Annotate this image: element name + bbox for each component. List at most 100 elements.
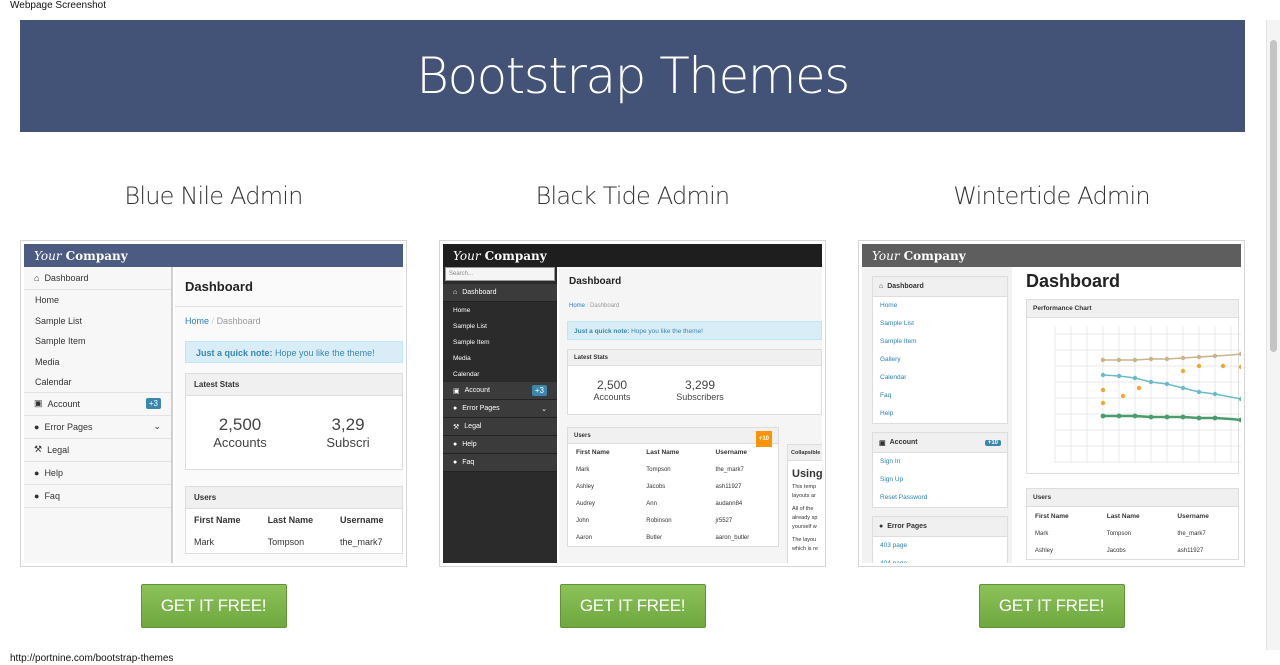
nav-label: Legal	[47, 444, 70, 455]
collapsible-line: The layou	[792, 537, 817, 543]
mockup-page-title: Dashboard	[175, 267, 403, 307]
comment-icon: ●	[34, 490, 40, 501]
table-cell: the_mark7	[715, 466, 744, 473]
mockup-breadcrumb: Home / Dashboard	[559, 297, 822, 315]
nav-link: Sign Up	[880, 476, 904, 483]
table-cell: Robinson	[646, 517, 672, 524]
nav-link: Help	[880, 410, 894, 417]
card-header-label: Error Pages	[887, 523, 927, 530]
table-cell: Mark	[1035, 530, 1049, 537]
column-header: Last Name	[646, 449, 680, 456]
nav-dashboard: ⌂ Dashboard	[24, 267, 171, 290]
theme-title[interactable]: Black Tide Admin	[439, 150, 826, 240]
screenshot-caption: Webpage Screenshot	[10, 0, 106, 11]
table-cell: Audrey	[576, 500, 596, 507]
collapsible-line: already sp	[792, 515, 818, 521]
stats-box: Latest Stats 2,500 Accounts 3,29 Subscri	[185, 373, 403, 470]
admin-mockup: Your Company ⌂ Dashboard Home Sample List …	[862, 244, 1241, 563]
box-header: Latest Stats	[568, 350, 821, 366]
brand-italic: Your	[453, 248, 481, 263]
nav-error-pages: ● Error Pages ⌄	[24, 416, 171, 439]
table-cell: audann84	[715, 500, 743, 507]
question-icon: ●	[453, 441, 458, 448]
nav-calendar: Calendar	[24, 372, 171, 393]
nav-link: 403 page	[880, 542, 908, 549]
nav-label: Help	[44, 467, 63, 478]
nav-link: Sign In	[880, 458, 901, 465]
table-cell: Mark	[576, 466, 590, 473]
scrollbar-thumb[interactable]	[1270, 40, 1277, 352]
table-row: Ashley Jacobs ash11927	[568, 478, 778, 495]
stat-label: Accounts	[593, 392, 631, 402]
theme-title[interactable]: Wintertide Admin	[858, 150, 1245, 240]
chevron-down-icon: ⌄	[541, 405, 547, 413]
mockup-main: Dashboard Home / Dashboard Just a quick …	[175, 267, 403, 563]
nav-link: 404 page	[873, 555, 1007, 563]
nav-label: Legal	[464, 423, 482, 430]
column-header: First Name	[1035, 512, 1069, 520]
users-box: Users +10 First Name Last Name Username Mar…	[567, 427, 779, 547]
table-cell: Jacobs	[1106, 547, 1126, 554]
table-row: Ashley Jacobs ash11927	[1027, 542, 1238, 559]
box-header-label: Users	[574, 433, 591, 439]
collapsible-line: which is re	[792, 546, 818, 552]
table-row: John Robinson jr5527	[568, 512, 778, 529]
vertical-scrollbar[interactable]	[1266, 20, 1280, 650]
count-badge: +3	[531, 385, 547, 396]
collapsible-line: All of the	[792, 506, 814, 512]
page-title: Bootstrap Themes	[416, 47, 850, 105]
theme-preview-image[interactable]: Your Company ⌂ Dashboard Home Sample List …	[858, 240, 1245, 567]
table-cell: John	[576, 517, 590, 524]
collapsible-line: yourself w	[792, 524, 817, 530]
table-cell: Tompson	[646, 466, 671, 473]
table-cell: Ann	[646, 500, 657, 507]
table-cell: Mark	[194, 537, 214, 547]
box-header: Performance Chart	[1027, 300, 1238, 318]
nav-label: Error Pages	[44, 421, 93, 432]
nav-help: ● Help	[24, 462, 171, 485]
nav-link: Home	[880, 302, 898, 309]
mockup-main: Dashboard Home / Dashboard Just a quick …	[559, 267, 822, 563]
theme-preview-image[interactable]: Your Company Search... ⌂ Dashboard Home Sa…	[439, 240, 826, 567]
stat-value: 2,500	[218, 415, 262, 434]
theme-title[interactable]: Blue Nile Admin	[20, 150, 407, 240]
users-box: Users First Name Last Name Username Mark To…	[1026, 488, 1239, 560]
table-cell: Butler	[646, 534, 662, 541]
box-header: Users +10	[568, 428, 778, 447]
theme-preview-image[interactable]: Your Company ⌂ Dashboard Home Sample List …	[20, 240, 407, 567]
page-banner: Bootstrap Themes	[20, 20, 1245, 132]
users-box: Users First Name Last Name Username Mark To…	[185, 486, 403, 554]
nav-account: ▣ Account +3	[24, 393, 171, 416]
users-table: First Name Last Name Username Mark Tompson t…	[1027, 507, 1238, 559]
users-table: First Name Last Name Username Mark Tompson t…	[186, 509, 402, 553]
nav-calendar: Calendar	[443, 366, 557, 382]
table-row: Aaron Butler aaron_butler	[568, 529, 778, 546]
mockup-sidebar: Search... ⌂ Dashboard Home Sample List Sa…	[443, 267, 557, 563]
briefcase-icon: ▣	[879, 439, 886, 447]
column-header: First Name	[576, 449, 610, 456]
nav-legal: ⚒ Legal	[443, 418, 557, 436]
nav-home: Home	[35, 295, 60, 306]
stat-value: 3,299	[684, 378, 716, 392]
nav-dashboard: ⌂ Dashboard	[443, 284, 557, 302]
card-header: ⌂ Dashboard	[873, 277, 1007, 297]
nav-link: Gallery	[880, 356, 901, 363]
table-cell: Ashley	[1035, 547, 1054, 554]
crumb-separator: /	[586, 303, 589, 309]
count-badge: +10	[984, 439, 1001, 446]
box-header: Users	[1027, 489, 1238, 507]
nav-label: Dashboard	[462, 289, 497, 296]
account-nav-card: ▣ Account +10 Sign In Sign Up Reset Passwo…	[872, 432, 1008, 508]
chart-line-tan	[1103, 353, 1241, 361]
nav-link: Sample List	[880, 320, 914, 327]
get-it-free-button[interactable]: GET IT FREE!	[559, 584, 706, 628]
get-it-free-button[interactable]: GET IT FREE!	[978, 584, 1125, 628]
count-badge: +10	[755, 431, 772, 447]
stat-subscribers: 3,29 Subscri	[294, 415, 402, 450]
get-it-free-button[interactable]: GET IT FREE!	[140, 584, 287, 628]
mockup-brand-bar: Your Company	[862, 244, 1241, 267]
brand-bold: Company	[903, 248, 966, 263]
mockup-sidebar: ⌂ Dashboard Home Sample List Sample Item …	[24, 267, 173, 563]
mockup-page-title: Dashboard	[1026, 271, 1121, 291]
stats-box: Latest Stats 2,500 Accounts 3,299 Subscrib…	[567, 349, 822, 415]
